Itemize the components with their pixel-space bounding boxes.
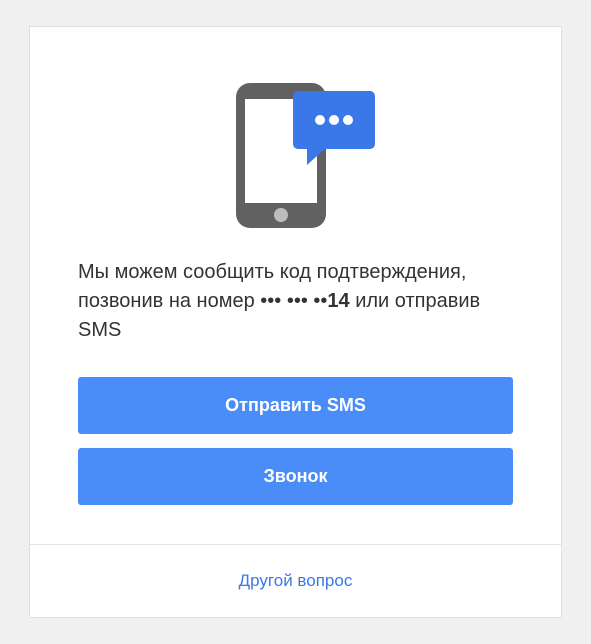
- illustration-wrapper: [78, 75, 513, 230]
- phone-visible-digits: 14: [327, 290, 349, 312]
- other-question-link[interactable]: Другой вопрос: [239, 571, 353, 590]
- send-sms-button[interactable]: Отправить SMS: [78, 377, 513, 434]
- verification-card: Мы можем сообщить код подтверждения, поз…: [29, 26, 562, 618]
- phone-masked: ••• ••• ••: [260, 290, 327, 312]
- phone-sms-icon: [211, 75, 381, 230]
- call-button[interactable]: Звонок: [78, 448, 513, 505]
- main-content: Мы можем сообщить код подтверждения, поз…: [30, 27, 561, 544]
- description-text: Мы можем сообщить код подтверждения, поз…: [78, 258, 513, 345]
- footer: Другой вопрос: [30, 545, 561, 617]
